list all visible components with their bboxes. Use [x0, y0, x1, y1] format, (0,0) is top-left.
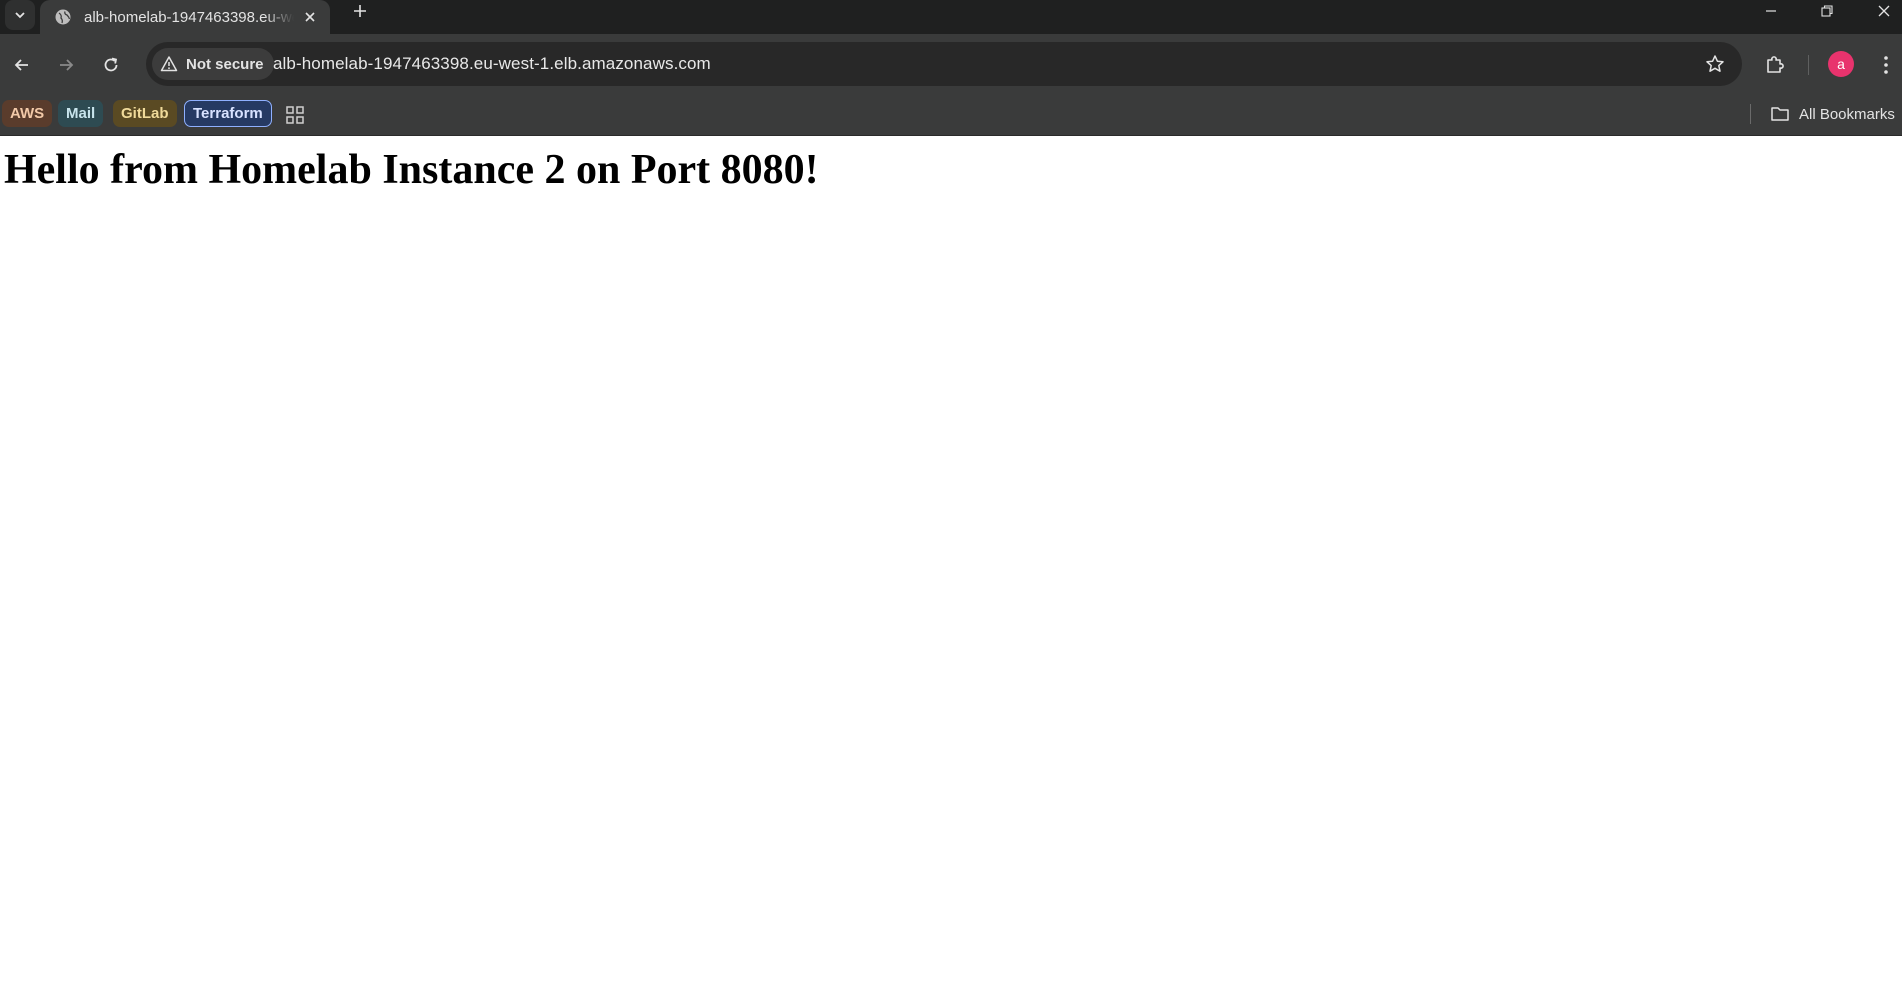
page-content: Hello from Homelab Instance 2 on Port 80…: [0, 136, 1902, 997]
folder-icon: [1771, 107, 1789, 121]
back-button[interactable]: [7, 50, 37, 80]
bookmark-gitlab[interactable]: GitLab: [113, 100, 177, 127]
url-text[interactable]: alb-homelab-1947463398.eu-west-1.elb.ama…: [273, 54, 711, 74]
extensions-button[interactable]: [1760, 50, 1790, 80]
puzzle-icon: [1767, 56, 1784, 73]
browser-tab-active[interactable]: alb-homelab-1947463398.eu-west-1.elb.ama…: [40, 0, 330, 34]
chevron-down-icon: [15, 12, 25, 19]
toolbar-divider: [1808, 55, 1809, 75]
bookmark-terraform[interactable]: Terraform: [184, 100, 272, 127]
grid-icon: [286, 106, 304, 124]
close-icon: [1878, 5, 1890, 17]
tab-title: alb-homelab-1947463398.eu-west-1.elb.ama…: [84, 8, 294, 26]
site-security-chip[interactable]: Not secure: [152, 48, 274, 80]
all-bookmarks-button[interactable]: All Bookmarks: [1770, 102, 1895, 126]
page-heading: Hello from Homelab Instance 2 on Port 80…: [4, 147, 819, 193]
close-window-button[interactable]: [1864, 0, 1902, 22]
bookmarks-bar: AWS Mail GitLab Terraform All Bookmarks: [0, 94, 1902, 136]
arrow-right-icon: [60, 59, 74, 71]
bookmark-aws[interactable]: AWS: [2, 100, 53, 127]
kebab-menu-icon: [1884, 56, 1888, 74]
restore-window-button[interactable]: [1807, 0, 1847, 22]
restore-icon: [1821, 5, 1833, 17]
tab-close-button[interactable]: [300, 7, 320, 27]
bookmark-star-button[interactable]: [1704, 53, 1726, 75]
tab-strip: alb-homelab-1947463398.eu-west-1.elb.ama…: [0, 0, 1902, 34]
reload-button[interactable]: [96, 50, 126, 80]
browser-toolbar: Not secure alb-homelab-1947463398.eu-wes…: [0, 34, 1902, 94]
new-tab-button[interactable]: [348, 0, 372, 22]
star-icon: [1706, 55, 1724, 72]
profile-avatar[interactable]: a: [1828, 51, 1854, 77]
reload-icon: [104, 57, 118, 72]
minimize-icon: [1766, 10, 1776, 12]
plus-icon: [354, 5, 366, 17]
minimize-window-button[interactable]: [1751, 0, 1791, 22]
tab-search-button[interactable]: [5, 0, 35, 30]
arrow-left-icon: [14, 59, 28, 71]
warning-icon: [160, 56, 178, 72]
apps-button[interactable]: [284, 104, 306, 126]
bookmark-mail[interactable]: Mail: [58, 100, 104, 127]
globe-icon: [54, 8, 72, 26]
browser-menu-button[interactable]: [1874, 50, 1898, 80]
bookmarks-divider: [1750, 104, 1751, 124]
security-label: Not secure: [186, 55, 264, 73]
all-bookmarks-label: All Bookmarks: [1799, 105, 1895, 123]
close-icon: [305, 12, 315, 22]
forward-button[interactable]: [51, 50, 81, 80]
address-bar[interactable]: Not secure alb-homelab-1947463398.eu-wes…: [146, 42, 1742, 86]
